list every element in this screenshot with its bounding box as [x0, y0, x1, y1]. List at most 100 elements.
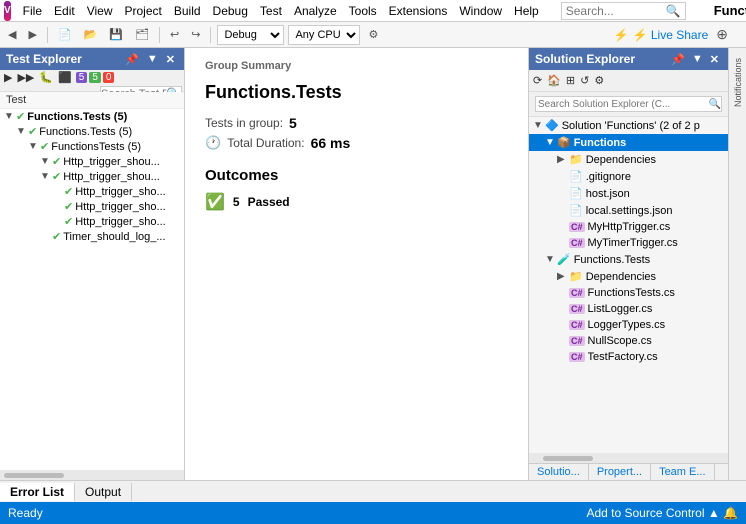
se-node-functionstests[interactable]: ▼ 🧪 Functions.Tests: [529, 251, 728, 268]
tree-node-2[interactable]: ▼ ✔ FunctionsTests (5): [0, 139, 184, 154]
se-node-httptrigger[interactable]: C# MyHttpTrigger.cs: [529, 219, 728, 235]
hostjson-icon: 📄: [569, 187, 583, 200]
panel-pin-button[interactable]: 📌: [122, 52, 142, 67]
se-node-loggertypes[interactable]: C# LoggerTypes.cs: [529, 317, 728, 333]
te-run-all-button[interactable]: ▶: [2, 70, 14, 85]
node-text-2: FunctionsTests (5): [51, 141, 141, 153]
menu-tools[interactable]: Tools: [343, 2, 383, 20]
tree-node-7[interactable]: ✔ Http_trigger_sho...: [0, 214, 184, 229]
menu-window[interactable]: Window: [453, 2, 508, 20]
tree-node-3[interactable]: ▼ ✔ Http_trigger_shou...: [0, 154, 184, 169]
se-text-httptrigger: MyHttpTrigger.cs: [588, 221, 671, 233]
new-file-button[interactable]: 📄: [54, 26, 76, 43]
panel-dropdown-button[interactable]: ▼: [144, 52, 161, 67]
save-all-button[interactable]: 🗂: [131, 26, 153, 43]
se-expand-functions[interactable]: ▼: [545, 137, 557, 148]
back-button[interactable]: ◀: [4, 26, 20, 43]
se-home-button[interactable]: 🏠: [545, 73, 563, 88]
bottom-tab-error-list[interactable]: Error List: [0, 483, 75, 501]
tree-node-0[interactable]: ▼ ✔ Functions.Tests (5): [0, 109, 184, 124]
expand-icon-4[interactable]: ▼: [40, 171, 52, 182]
se-node-hostjson[interactable]: 📄 host.json: [529, 185, 728, 202]
se-node-testfactory[interactable]: C# TestFactory.cs: [529, 349, 728, 365]
expand-icon-1[interactable]: ▼: [16, 126, 28, 137]
menu-help[interactable]: Help: [508, 2, 545, 20]
menu-analyze[interactable]: Analyze: [288, 2, 343, 20]
se-expand-deps2[interactable]: ▶: [557, 271, 569, 282]
se-settings-button[interactable]: ⚙: [592, 73, 606, 88]
se-node-timertrigger[interactable]: C# MyTimerTrigger.cs: [529, 235, 728, 251]
se-expand-deps[interactable]: ▶: [557, 154, 569, 165]
menu-file[interactable]: File: [17, 2, 48, 20]
toolbar-separator-1: [47, 27, 48, 43]
te-scrollbar[interactable]: [4, 473, 64, 478]
save-button[interactable]: 💾: [105, 26, 127, 43]
se-text-ftscs: FunctionsTests.cs: [588, 287, 675, 299]
panel-close-button[interactable]: ✕: [163, 52, 178, 67]
expand-icon-3[interactable]: ▼: [40, 156, 52, 167]
global-search[interactable]: 🔍: [561, 2, 686, 20]
forward-button[interactable]: ▶: [24, 26, 40, 43]
se-node-functions[interactable]: ▼ 📦 Functions: [529, 134, 728, 151]
expand-icon-0[interactable]: ▼: [4, 111, 16, 122]
main-toolbar: ◀ ▶ 📄 📂 💾 🗂 ↩ ↪ Debug Release Any CPU ⚙ …: [0, 22, 746, 48]
se-pin-button[interactable]: 📌: [668, 52, 688, 67]
menu-view[interactable]: View: [81, 2, 119, 20]
tree-node-6[interactable]: ✔ Http_trigger_sho...: [0, 199, 184, 214]
liveshare-settings-button[interactable]: ⊕: [712, 24, 732, 45]
menu-project[interactable]: Project: [119, 2, 168, 20]
se-node-dependencies[interactable]: ▶ 📁 Dependencies: [529, 151, 728, 168]
se-search-box[interactable]: 🔍: [535, 96, 722, 112]
menu-debug[interactable]: Debug: [207, 2, 254, 20]
se-expand-solution[interactable]: ▼: [533, 120, 545, 131]
te-run-play-button[interactable]: ▶▶: [15, 70, 36, 85]
se-tab-team[interactable]: Team E...: [651, 464, 714, 480]
se-close-button[interactable]: ✕: [707, 52, 722, 67]
se-sync-button[interactable]: ⟳: [531, 73, 544, 88]
te-label: Test: [0, 92, 184, 109]
se-tab-properties[interactable]: Propert...: [589, 464, 651, 480]
redo-button[interactable]: ↪: [187, 26, 204, 43]
tree-node-4[interactable]: ▼ ✔ Http_trigger_shou...: [0, 169, 184, 184]
tree-node-1[interactable]: ▼ ✔ Functions.Tests (5): [0, 124, 184, 139]
se-dropdown-button[interactable]: ▼: [689, 52, 706, 67]
se-expand-functionstests[interactable]: ▼: [545, 254, 557, 265]
check-icon-1: ✔: [28, 125, 37, 138]
build-settings-button[interactable]: ⚙: [364, 26, 382, 43]
se-props-button[interactable]: ⊞: [564, 73, 577, 88]
platform-select[interactable]: Any CPU: [288, 25, 360, 45]
build-config-select[interactable]: Debug Release: [217, 25, 284, 45]
se-node-listlogger[interactable]: C# ListLogger.cs: [529, 301, 728, 317]
expand-icon-2[interactable]: ▼: [28, 141, 40, 152]
se-node-solution[interactable]: ▼ 🔷 Solution 'Functions' (2 of 2 p: [529, 117, 728, 134]
tree-node-5[interactable]: ✔ Http_trigger_sho...: [0, 184, 184, 199]
se-refresh-button[interactable]: ↺: [578, 73, 591, 88]
te-debug-button[interactable]: 🐛: [37, 70, 55, 85]
liveshare-label[interactable]: ⚡ Live Share: [633, 28, 709, 42]
se-node-gitignore[interactable]: 📄 .gitignore: [529, 168, 728, 185]
undo-button[interactable]: ↩: [166, 26, 183, 43]
menu-build[interactable]: Build: [168, 2, 207, 20]
gitignore-icon: 📄: [569, 170, 583, 183]
loggertypes-icon: C#: [569, 320, 585, 330]
se-search-input[interactable]: [536, 99, 709, 110]
open-button[interactable]: 📂: [80, 26, 102, 43]
passed-count: 5: [233, 195, 240, 209]
solution-explorer-panel: Solution Explorer 📌 ▼ ✕ ⟳ 🏠 ⊞ ↺ ⚙ 🔍: [528, 48, 728, 480]
se-tab-solution[interactable]: Solutio...: [529, 464, 589, 480]
se-scrollbar[interactable]: [543, 456, 593, 461]
menu-test[interactable]: Test: [254, 2, 288, 20]
bottom-tab-output[interactable]: Output: [75, 483, 132, 501]
se-node-deps2[interactable]: ▶ 📁 Dependencies: [529, 268, 728, 285]
check-icon-8: ✔: [52, 230, 61, 243]
check-icon-0: ✔: [16, 110, 25, 123]
tree-node-8[interactable]: ✔ Timer_should_log_...: [0, 229, 184, 244]
se-node-functionstestscs[interactable]: C# FunctionsTests.cs: [529, 285, 728, 301]
search-input[interactable]: [566, 4, 666, 18]
menu-edit[interactable]: Edit: [48, 2, 81, 20]
te-stop-button[interactable]: ⬛: [56, 70, 74, 85]
se-node-localsettings[interactable]: 📄 local.settings.json: [529, 202, 728, 219]
menu-extensions[interactable]: Extensions: [383, 2, 454, 20]
se-node-nullscope[interactable]: C# NullScope.cs: [529, 333, 728, 349]
add-to-source-control[interactable]: Add to Source Control ▲ 🔔: [586, 506, 738, 520]
